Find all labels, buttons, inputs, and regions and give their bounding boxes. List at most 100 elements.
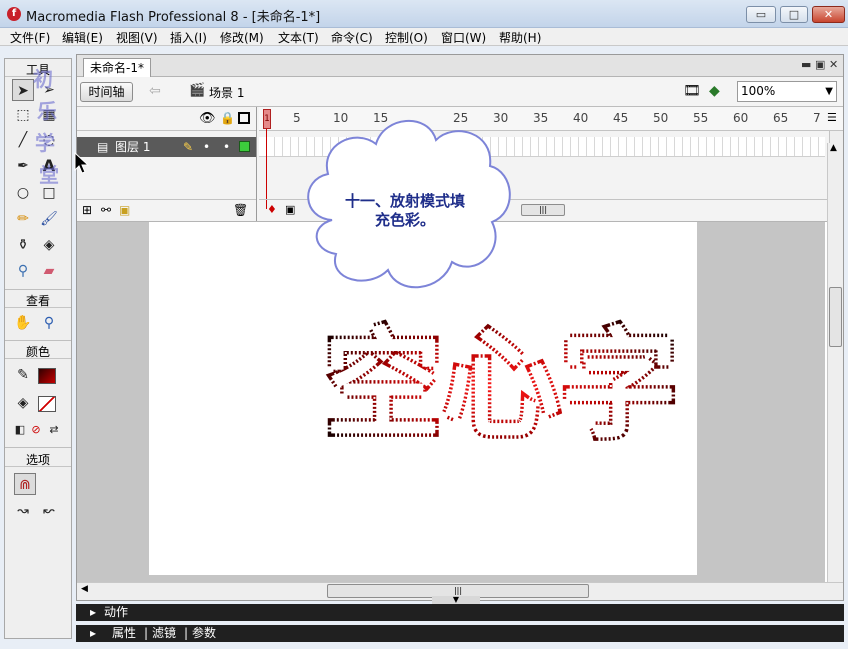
back-arrow-icon[interactable]: ⇦ — [149, 83, 161, 99]
watermark-char: 乐 — [37, 99, 57, 123]
layer-color-box[interactable] — [239, 141, 250, 152]
expand-arrow-icon: ▸ — [90, 605, 97, 619]
document-tab-row: 未命名-1* ▬ ▣ ✕ — [77, 55, 843, 77]
tools-divider — [5, 289, 71, 290]
tab-separator: | — [184, 626, 189, 640]
selection-tool-icon[interactable]: ➤ — [12, 79, 34, 101]
menu-file[interactable]: 文件(F) — [10, 29, 50, 46]
stroke-color-icon: ✎ — [17, 367, 29, 383]
doc-minimize-icon[interactable]: ▬ — [801, 58, 811, 71]
frame-number: 40 — [573, 111, 589, 125]
timeline-menu-icon[interactable]: ☰ — [827, 111, 837, 124]
menu-insert[interactable]: 插入(I) — [170, 29, 207, 46]
minimize-button[interactable]: ▭ — [746, 6, 776, 23]
hollow-text-art[interactable]: 空心字 空心字 — [311, 314, 691, 442]
menu-window[interactable]: 窗口(W) — [441, 29, 486, 46]
actions-panel-bar[interactable]: ▸ 动作 — [76, 604, 844, 621]
zoom-tool-icon[interactable]: ⚲ — [38, 312, 60, 334]
menu-view[interactable]: 视图(V) — [116, 29, 158, 46]
layer-icon: ▤ — [97, 140, 109, 154]
expand-arrow-icon: ▸ — [90, 626, 97, 640]
menu-commands[interactable]: 命令(C) — [331, 29, 373, 46]
frame-number: 55 — [693, 111, 709, 125]
layer-footer: ⊞ ⚯ ▣ 🗑 — [77, 199, 256, 221]
playhead-marker[interactable]: 1 — [263, 109, 271, 129]
layer-row[interactable]: ▤ 图层 1 ✎ • • — [77, 137, 256, 157]
properties-tab[interactable]: 属性 — [112, 625, 136, 642]
timeline-hscroll-thumb[interactable]: ||| — [521, 204, 565, 216]
window-title: Macromedia Flash Professional 8 - [未命名-1… — [26, 10, 321, 25]
center-frame-icon[interactable]: ♦ — [267, 203, 277, 216]
paint-bucket-tool-icon[interactable]: ◈ — [38, 234, 60, 256]
line-tool-icon[interactable]: ╱ — [12, 129, 34, 151]
vscroll-thumb[interactable] — [829, 287, 842, 347]
tools-divider — [5, 340, 71, 341]
document-tab[interactable]: 未命名-1* — [83, 58, 151, 77]
smooth-icon[interactable]: ↝ — [12, 500, 34, 522]
zoom-select[interactable]: 100% ▼ — [737, 81, 837, 102]
pencil-tool-icon[interactable]: ✏ — [12, 208, 34, 230]
add-guide-icon[interactable]: ⚯ — [101, 203, 111, 217]
fill-color-swatch[interactable] — [38, 396, 56, 412]
tools-panel: 工具 ➤ ➢ ⬚ ▦ ╱ ◌ ✒ A ○ □ ✏ 🖌 ⚱ ◈ ⚲ ▰ 查看 ✋ … — [4, 58, 72, 639]
edit-bar: 时间轴 ⇦ 🎬 场景 1 🎞 ◆ 100% ▼ — [77, 77, 843, 107]
delete-layer-icon[interactable]: 🗑 — [233, 203, 248, 217]
eyedropper-tool-icon[interactable]: ⚲ — [12, 260, 34, 282]
doc-restore-icon[interactable]: ▣ — [815, 58, 825, 71]
snap-magnet-icon[interactable]: ⋒ — [14, 473, 36, 495]
maximize-button[interactable]: □ — [780, 6, 808, 23]
ink-bottle-tool-icon[interactable]: ⚱ — [12, 234, 34, 256]
add-folder-icon[interactable]: ▣ — [119, 203, 130, 217]
outline-icon[interactable] — [238, 112, 250, 124]
parameters-tab[interactable]: 参数 — [192, 625, 216, 642]
lock-dot[interactable]: • — [223, 137, 230, 157]
flash-app-icon: f — [7, 7, 21, 21]
chevron-down-icon: ▼ — [825, 86, 833, 97]
close-button[interactable]: ✕ — [812, 6, 845, 23]
panel-collapse-handle[interactable]: ▼ — [432, 596, 480, 604]
straighten-icon[interactable]: ↜ — [38, 500, 60, 522]
eye-icon[interactable]: 👁 — [199, 111, 216, 126]
brush-tool-icon[interactable]: 🖌 — [38, 208, 60, 230]
timeline-toggle-button[interactable]: 时间轴 — [80, 82, 133, 102]
layers-panel: 👁 🔒 ▤ 图层 1 ✎ • • ⊞ ⚯ ▣ 🗑 — [77, 107, 257, 221]
menu-help[interactable]: 帮助(H) — [499, 29, 541, 46]
scene-label[interactable]: 场景 1 — [209, 84, 244, 101]
oval-tool-icon[interactable]: ○ — [12, 182, 34, 204]
doc-close-icon[interactable]: ✕ — [829, 58, 838, 71]
fill-color-icon: ◈ — [17, 395, 29, 411]
playhead-line — [266, 129, 267, 209]
menu-edit[interactable]: 编辑(E) — [62, 29, 103, 46]
playhead[interactable]: 1 — [263, 109, 271, 209]
edit-symbols-icon[interactable]: ◆ — [709, 83, 720, 99]
stage-text-inner: 空心字 — [324, 316, 678, 442]
menu-control[interactable]: 控制(O) — [385, 29, 428, 46]
hand-tool-icon[interactable]: ✋ — [12, 312, 34, 334]
scroll-left-icon[interactable]: ◀ — [81, 584, 88, 594]
lock-icon[interactable]: 🔒 — [220, 111, 235, 125]
pen-tool-icon[interactable]: ✒ — [12, 155, 34, 177]
frame-number: 35 — [533, 111, 549, 125]
watermark-char: 学 — [35, 131, 55, 155]
swap-colors-icon[interactable]: ⇄ — [43, 419, 65, 441]
stage-vscroll[interactable]: ▲ — [827, 143, 843, 583]
edit-scene-icon[interactable]: 🎞 — [683, 83, 701, 99]
color-section-title: 颜色 — [5, 343, 71, 359]
add-layer-icon[interactable]: ⊞ — [82, 203, 92, 217]
visibility-dot[interactable]: • — [203, 137, 210, 157]
stroke-color-swatch[interactable] — [38, 368, 56, 384]
free-transform-tool-icon[interactable]: ⬚ — [12, 104, 34, 126]
zoom-value: 100% — [741, 84, 776, 98]
layer-header: 👁 🔒 — [77, 107, 256, 131]
eraser-tool-icon[interactable]: ▰ — [38, 260, 60, 282]
view-section-title: 查看 — [5, 292, 71, 308]
filters-tab[interactable]: 滤镜 — [152, 625, 176, 642]
scroll-up-icon[interactable]: ▲ — [830, 143, 837, 153]
title-bar: f Macromedia Flash Professional 8 - [未命名… — [0, 0, 848, 28]
properties-panel-bar[interactable]: ▸ 属性 | 滤镜 | 参数 — [76, 625, 844, 642]
actions-panel-title[interactable]: 动作 — [104, 604, 128, 621]
frame-number: 7 — [813, 111, 821, 125]
menu-text[interactable]: 文本(T) — [278, 29, 319, 46]
menu-modify[interactable]: 修改(M) — [220, 29, 264, 46]
pencil-icon: ✎ — [183, 140, 194, 154]
